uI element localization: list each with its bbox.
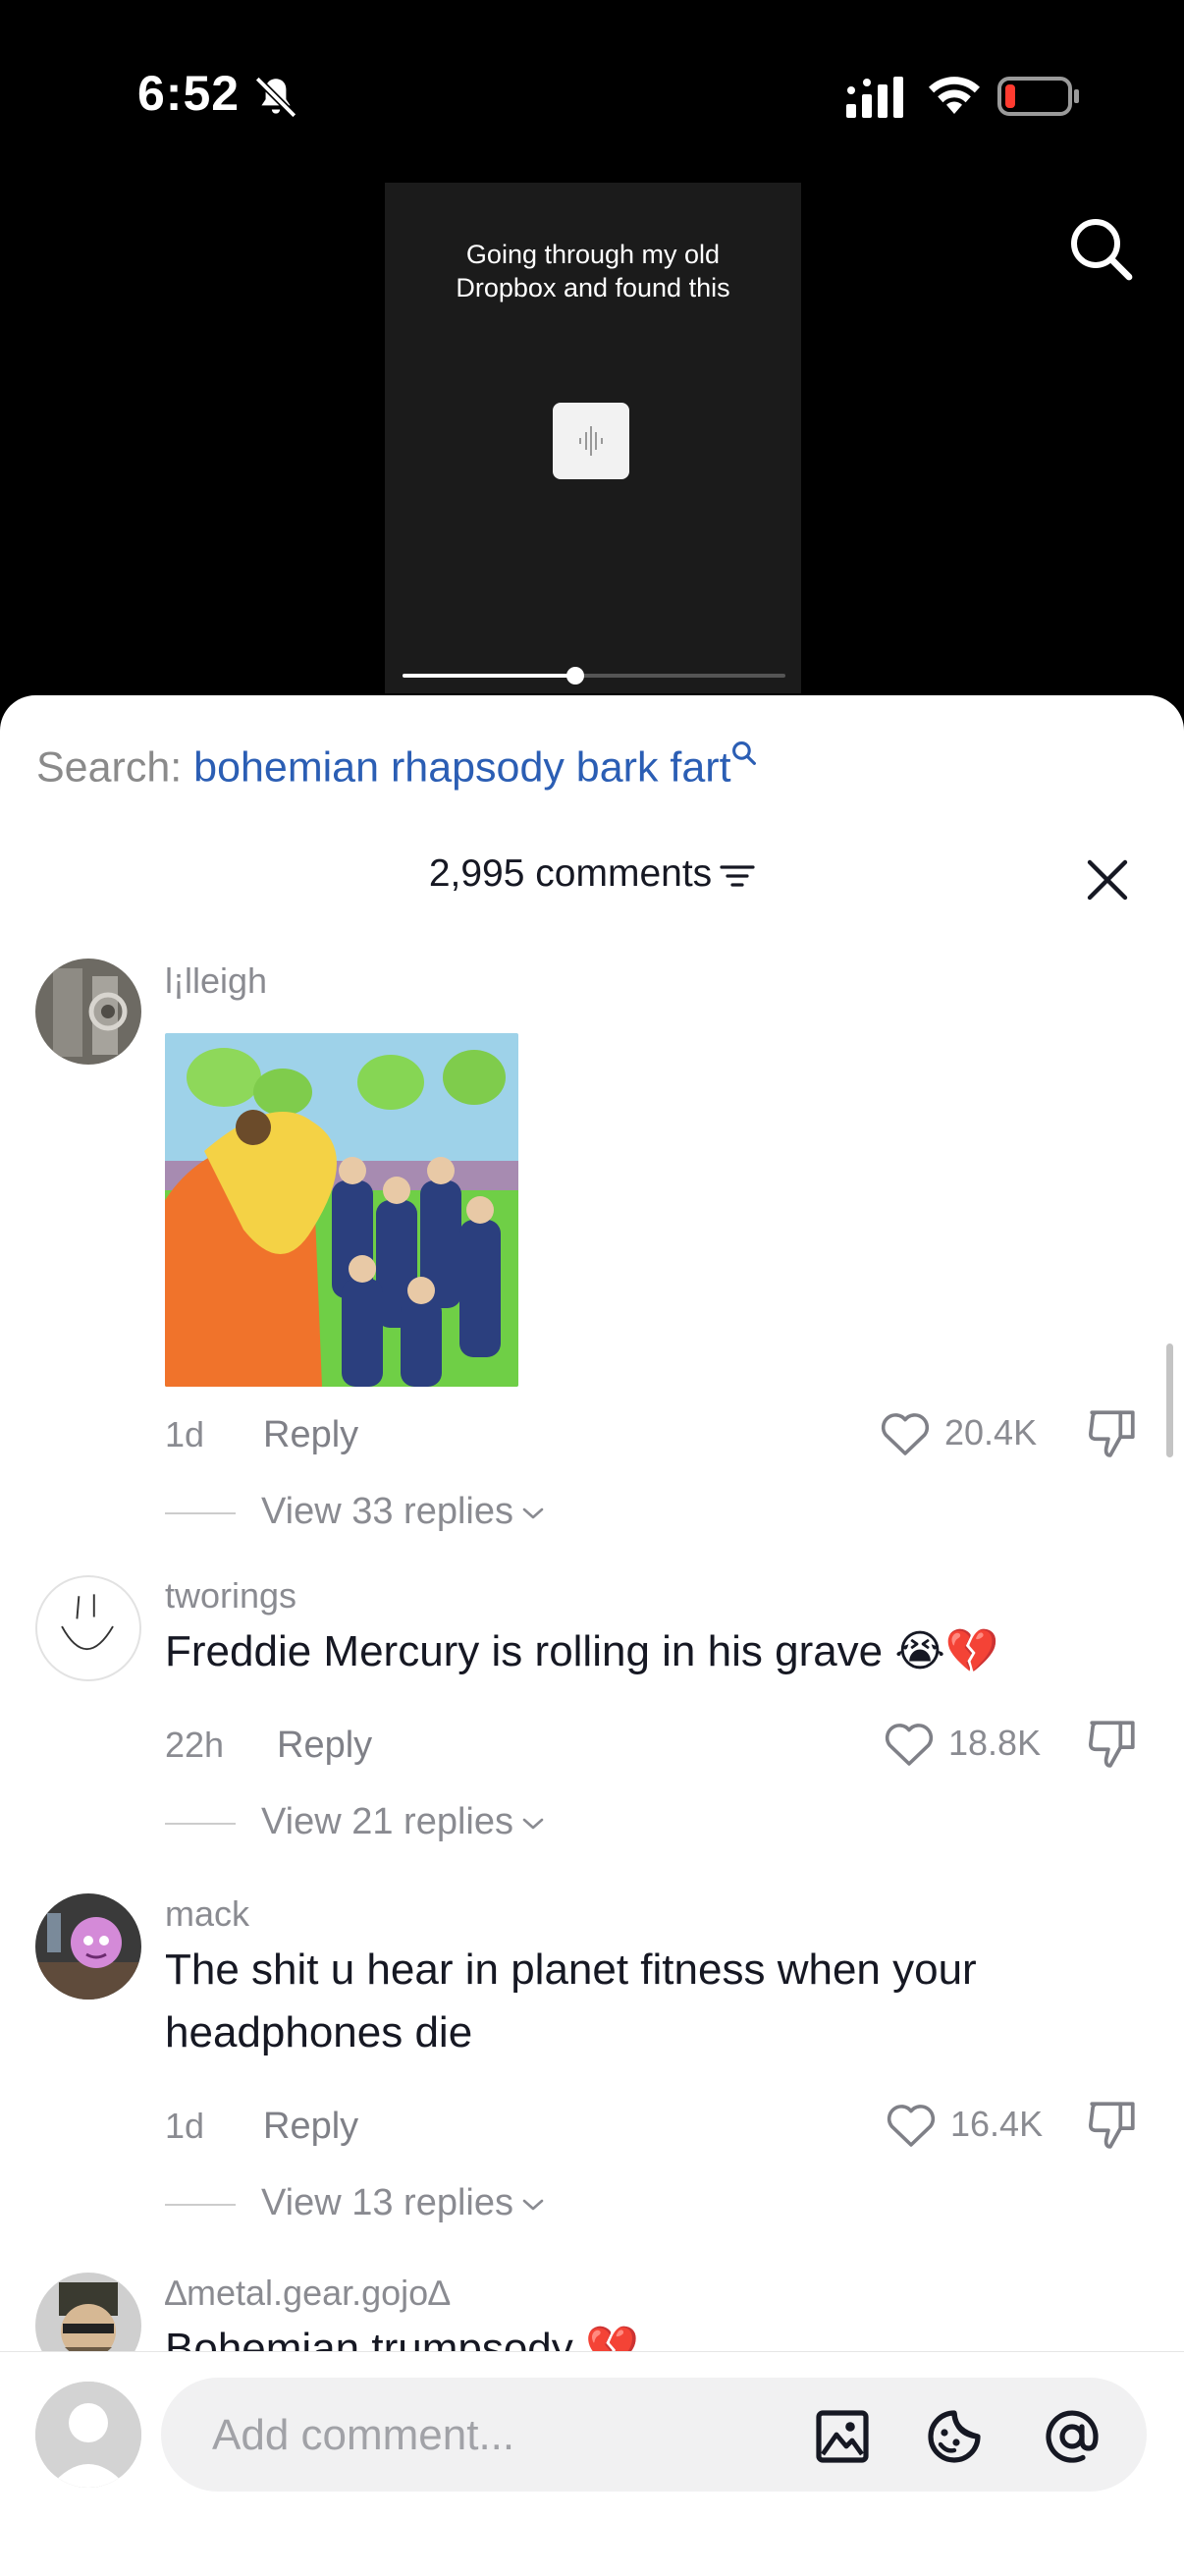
emoji-sticker-icon[interactable]	[925, 2407, 984, 2466]
heart-icon	[885, 1724, 934, 1766]
comment-text: The shit u hear in planet fitness when y…	[165, 1946, 977, 2056]
heart-icon	[887, 2105, 936, 2147]
search-icon	[731, 741, 756, 765]
divider	[165, 2203, 236, 2206]
user-avatar	[35, 2382, 141, 2488]
comment-text: Freddie Mercury is rolling in his grave …	[165, 1627, 999, 1675]
video-player[interactable]: Going through my old Dropbox and found t…	[385, 183, 801, 693]
view-replies-label: View 21 replies	[261, 1801, 514, 1842]
related-search-prefix: Search:	[36, 743, 183, 792]
related-search-query[interactable]: bohemian rhapsody bark fart	[193, 743, 730, 791]
related-search[interactable]: Search: bohemian rhapsody bark fart	[36, 740, 757, 792]
status-time: 6:52	[137, 66, 241, 121]
chevron-down-icon	[522, 2199, 544, 2211]
close-icon[interactable]	[1084, 856, 1131, 904]
chevron-down-icon	[522, 1507, 544, 1519]
comment-meta: 22h Reply	[165, 1725, 372, 1766]
comment-timestamp: 1d	[165, 2106, 205, 2146]
video-progress-handle[interactable]	[565, 667, 584, 685]
comment-image[interactable]	[165, 1033, 518, 1387]
reply-button[interactable]: Reply	[263, 2106, 358, 2148]
comment-username[interactable]: ∆metal.gear.gojo∆	[165, 2273, 450, 2314]
image-icon[interactable]	[813, 2407, 872, 2466]
dislike-icon[interactable]	[1086, 1406, 1139, 1459]
status-bar: 6:52	[0, 0, 1184, 177]
reply-button[interactable]: Reply	[263, 1414, 358, 1456]
audio-waveform-icon	[553, 403, 629, 479]
comments-header: 2,995 comments	[0, 852, 1184, 896]
like-count: 20.4K	[944, 1412, 1038, 1452]
battery-low-icon	[997, 77, 1079, 116]
comment-timestamp: 22h	[165, 1725, 225, 1765]
view-replies-button[interactable]: View 13 replies	[165, 2182, 545, 2224]
comment-input-container[interactable]	[161, 2378, 1147, 2492]
scrollbar[interactable]	[1166, 1343, 1173, 1457]
wifi-icon	[929, 77, 980, 114]
view-replies-label: View 33 replies	[261, 1491, 514, 1532]
comment-username[interactable]: tworings	[165, 1575, 296, 1617]
view-replies-button[interactable]: View 33 replies	[165, 1491, 545, 1533]
video-progress-fill	[403, 674, 575, 678]
heart-icon	[881, 1413, 930, 1455]
divider	[165, 1822, 236, 1825]
comments-sheet: Search: bohemian rhapsody bark fart 2,99…	[0, 695, 1184, 2575]
comment-username[interactable]: mack	[165, 1893, 249, 1935]
comment-meta: 1d Reply	[165, 2106, 358, 2147]
reply-button[interactable]: Reply	[277, 1725, 372, 1767]
video-progress-bar[interactable]	[403, 667, 785, 685]
video-caption-line: Dropbox and found this	[456, 273, 730, 302]
comment-meta: 1d Reply	[165, 1414, 358, 1455]
avatar[interactable]	[35, 1893, 141, 2000]
comment-count: 2,995 comments	[428, 852, 713, 895]
comment-composer	[0, 2351, 1184, 2576]
like-count: 18.8K	[948, 1723, 1042, 1763]
comment-timestamp: 1d	[165, 1414, 205, 1454]
view-replies-button[interactable]: View 21 replies	[165, 1801, 545, 1843]
view-replies-label: View 13 replies	[261, 2182, 514, 2223]
like-count: 16.4K	[950, 2104, 1044, 2144]
silent-bell-icon	[254, 76, 297, 119]
cellular-signal-icon	[846, 77, 903, 118]
video-caption: Going through my old Dropbox and found t…	[385, 238, 801, 304]
sort-filter-icon[interactable]	[720, 861, 755, 891]
mention-icon[interactable]	[1043, 2407, 1102, 2466]
comment-input[interactable]	[210, 2405, 842, 2466]
avatar[interactable]	[35, 959, 141, 1065]
search-icon[interactable]	[1066, 214, 1137, 285]
comment-username[interactable]: l¡lleigh	[165, 960, 267, 1002]
chevron-down-icon	[522, 1818, 544, 1830]
dislike-icon[interactable]	[1086, 2098, 1139, 2151]
video-caption-line: Going through my old	[465, 240, 721, 269]
divider	[165, 1511, 236, 1514]
avatar[interactable]	[35, 1575, 141, 1681]
dislike-icon[interactable]	[1086, 1717, 1139, 1770]
